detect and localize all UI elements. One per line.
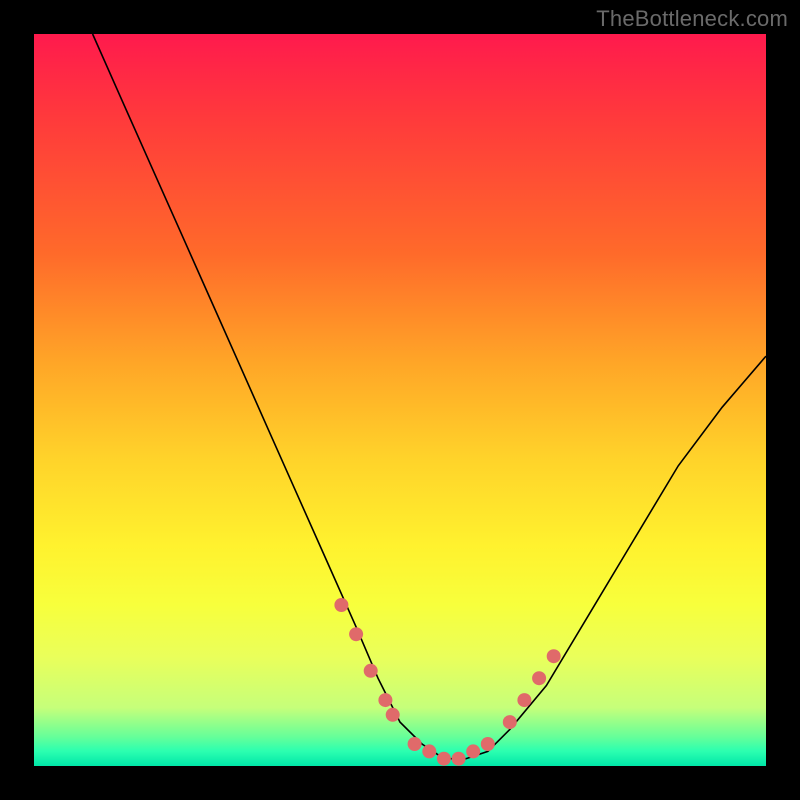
curve-layer	[34, 34, 766, 766]
highlight-dot	[503, 715, 517, 729]
highlight-dot	[334, 598, 348, 612]
highlight-dot	[437, 752, 451, 766]
highlight-dot	[452, 752, 466, 766]
highlight-dot	[532, 671, 546, 685]
bottleneck-curve	[93, 34, 766, 759]
highlight-dot	[408, 737, 422, 751]
chart-stage: TheBottleneck.com	[0, 0, 800, 800]
highlight-dot	[349, 627, 363, 641]
highlight-dot	[364, 664, 378, 678]
highlight-dot	[386, 708, 400, 722]
highlight-dot	[547, 649, 561, 663]
highlight-dot	[422, 744, 436, 758]
highlight-dot	[517, 693, 531, 707]
plot-area	[34, 34, 766, 766]
highlight-dot	[466, 744, 480, 758]
highlight-dot	[481, 737, 495, 751]
attribution-label: TheBottleneck.com	[596, 6, 788, 32]
highlight-dots	[334, 598, 560, 766]
highlight-dot	[378, 693, 392, 707]
